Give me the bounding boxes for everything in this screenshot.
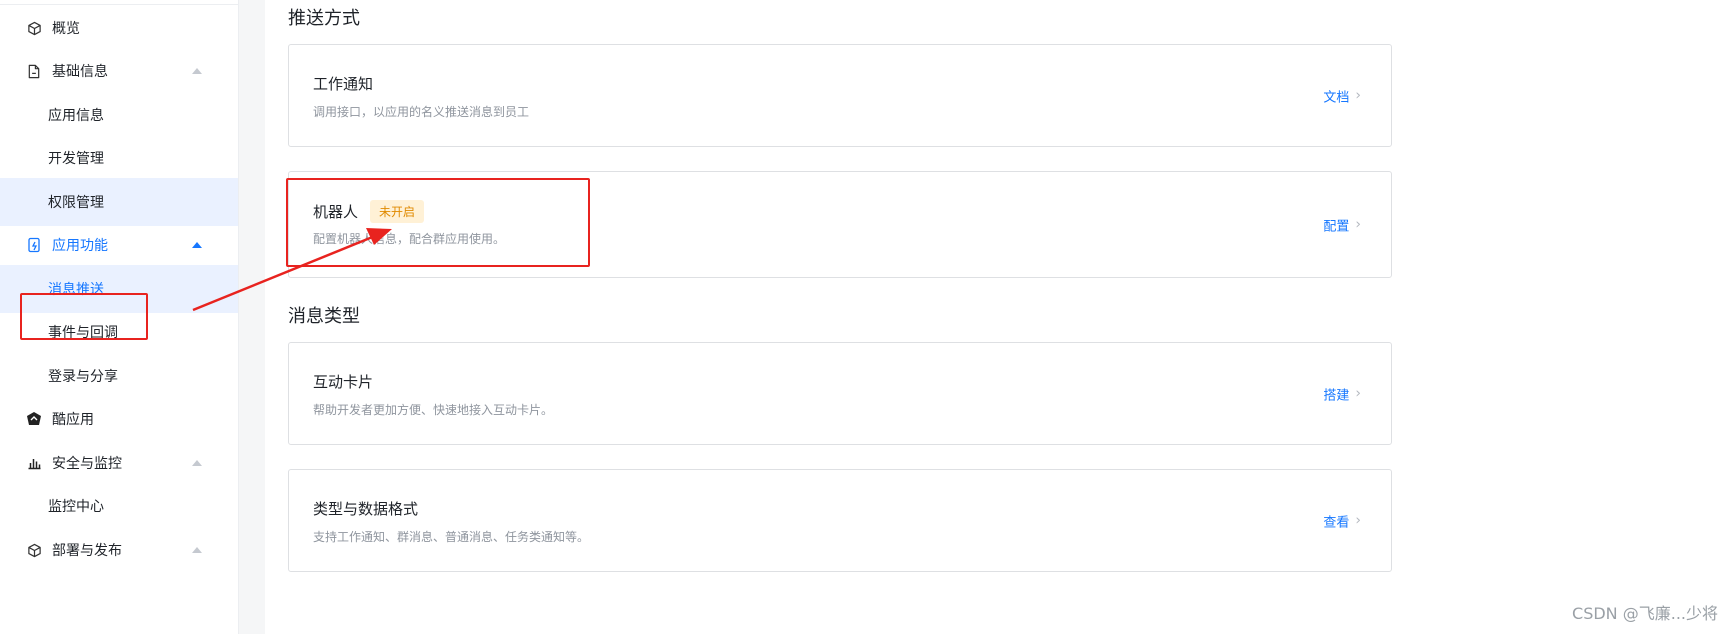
watermark: CSDN @飞廉...少将 [1572,604,1718,623]
annotation-arrow-icon [192,228,392,312]
